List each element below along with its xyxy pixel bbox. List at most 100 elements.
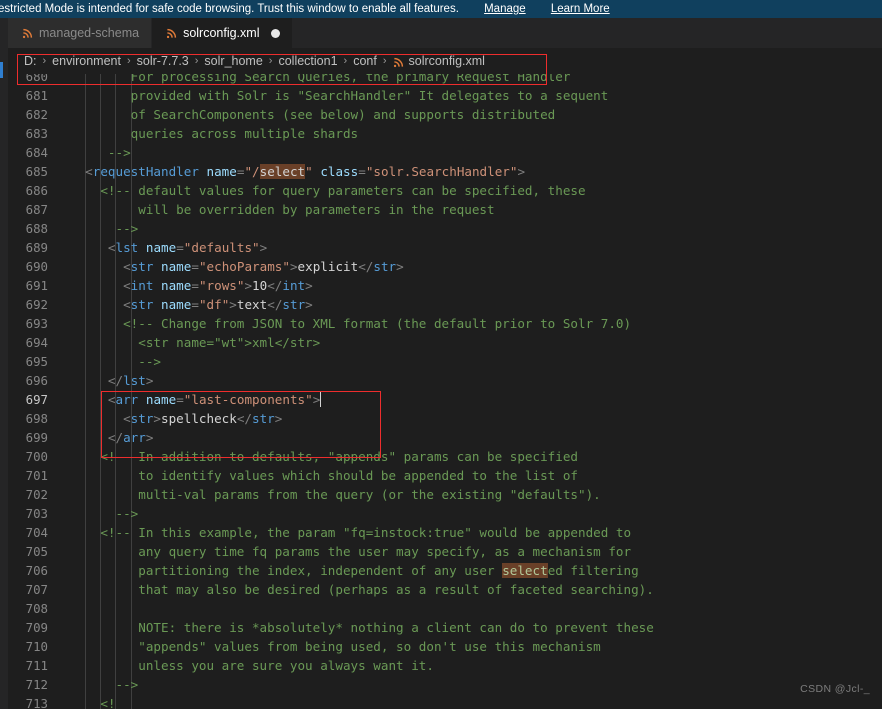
line-number: 689 [25, 240, 48, 255]
line-number: 707 [25, 582, 48, 597]
code-line[interactable]: 697 <arr name="last-components"> [8, 390, 882, 409]
code-line[interactable]: 699 </arr> [8, 428, 882, 447]
code-line[interactable]: 705 any query time fq params the user ma… [8, 542, 882, 561]
code-line[interactable]: 703 --> [8, 504, 882, 523]
line-content[interactable]: <str name="wt">xml</str> [70, 333, 882, 352]
code-line[interactable]: 689 <lst name="defaults"> [8, 238, 882, 257]
line-content[interactable]: to identify values which should be appen… [70, 466, 882, 485]
line-content[interactable]: <lst name="defaults"> [70, 238, 882, 257]
code-line[interactable]: 711 unless you are sure you always want … [8, 656, 882, 675]
token-tag: arr [115, 392, 139, 407]
line-content[interactable]: --> [70, 352, 882, 371]
line-content[interactable]: --> [70, 504, 882, 523]
line-content[interactable]: "appends" values from being used, so don… [70, 637, 882, 656]
code-line[interactable]: 694 <str name="wt">xml</str> [8, 333, 882, 352]
line-content[interactable]: that may also be desired (perhaps as a r… [70, 580, 882, 599]
token-hl-c: select [502, 563, 548, 578]
banner-learn-more-link[interactable]: Learn More [551, 3, 610, 15]
line-content[interactable]: <int name="rows">10</int> [70, 276, 882, 295]
line-content[interactable]: <str name="echoParams">explicit</str> [70, 257, 882, 276]
code-line[interactable]: 695 --> [8, 352, 882, 371]
code-line[interactable]: 691 <int name="rows">10</int> [8, 276, 882, 295]
token-comment: <!-- default values for query parameters… [70, 183, 586, 198]
breadcrumb-item-4[interactable]: collection1 [278, 54, 337, 68]
breadcrumb: D: › environment › solr-7.7.3 › solr_home › coll… [8, 48, 882, 74]
code-line[interactable]: 688 --> [8, 219, 882, 238]
code-line[interactable]: 709 NOTE: there is *absolutely* nothing … [8, 618, 882, 637]
code-lines[interactable]: 680 For processing Search Queries, the p… [8, 74, 882, 709]
line-content[interactable]: <! [70, 694, 882, 709]
token-comment: unless you are sure you always want it. [70, 658, 434, 673]
code-line[interactable]: 686 <!-- default values for query parame… [8, 181, 882, 200]
line-content[interactable]: queries across multiple shards [70, 124, 882, 143]
line-content[interactable]: unless you are sure you always want it. [70, 656, 882, 675]
breadcrumb-item-5[interactable]: conf [353, 54, 377, 68]
code-line[interactable]: 700 <!-- In addition to defaults, "appen… [8, 447, 882, 466]
line-number: 704 [25, 525, 48, 540]
line-content[interactable]: --> [70, 219, 882, 238]
breadcrumb-file[interactable]: solrconfig.xml [409, 54, 485, 68]
tab-solrconfig-xml[interactable]: solrconfig.xml [152, 18, 294, 48]
line-content[interactable]: <str name="df">text</str> [70, 295, 882, 314]
line-number: 687 [25, 202, 48, 217]
code-line[interactable]: 701 to identify values which should be a… [8, 466, 882, 485]
token-comment: <!-- In addition to defaults, "appends" … [70, 449, 578, 464]
token-punc: > [517, 164, 526, 179]
banner-manage-link[interactable]: Manage [484, 3, 526, 15]
line-content[interactable] [70, 599, 882, 618]
line-content[interactable]: <arr name="last-components"> [70, 390, 882, 409]
code-line[interactable]: 692 <str name="df">text</str> [8, 295, 882, 314]
line-content[interactable]: <requestHandler name="/select" class="so… [70, 162, 882, 181]
line-number: 683 [25, 126, 48, 141]
line-content[interactable]: partitioning the index, independent of a… [70, 561, 882, 580]
code-line[interactable]: 687 will be overridden by parameters in … [8, 200, 882, 219]
code-line[interactable]: 685 <requestHandler name = "/select" class… [8, 162, 882, 181]
line-content[interactable]: --> [70, 143, 882, 162]
line-content[interactable]: of SearchComponents (see below) and supp… [70, 105, 882, 124]
tab-label: managed-schema [39, 26, 140, 40]
line-content[interactable]: </arr> [70, 428, 882, 447]
line-content[interactable]: NOTE: there is *absolutely* nothing a cl… [70, 618, 882, 637]
tab-managed-schema[interactable]: managed-schema [8, 18, 153, 48]
breadcrumb-item-0[interactable]: D: [24, 54, 37, 68]
code-line[interactable]: 690 <str name="echoParams">explicit</str… [8, 257, 882, 276]
breadcrumb-item-1[interactable]: environment [52, 54, 121, 68]
code-line[interactable]: 707 that may also be desired (perhaps as… [8, 580, 882, 599]
line-content[interactable]: </lst> [70, 371, 882, 390]
line-content[interactable]: <!-- Change from JSON to XML format (the… [70, 314, 882, 333]
code-line[interactable]: 710 "appends" values from being used, so… [8, 637, 882, 656]
code-line[interactable]: 704 <!-- In this example, the param "fq=… [8, 523, 882, 542]
code-line[interactable]: 682 of SearchComponents (see below) and … [8, 105, 882, 124]
line-content[interactable]: For processing Search Queries, the prima… [70, 74, 882, 86]
line-content[interactable]: <!-- In addition to defaults, "appends" … [70, 447, 882, 466]
code-line[interactable]: 702 multi-val params from the query (or … [8, 485, 882, 504]
line-content[interactable]: will be overridden by parameters in the … [70, 200, 882, 219]
code-line[interactable]: 708 [8, 599, 882, 618]
line-content[interactable]: any query time fq params the user may sp… [70, 542, 882, 561]
line-content[interactable]: <!-- In this example, the param "fq=inst… [70, 523, 882, 542]
code-line[interactable]: 693 <!-- Change from JSON to XML format … [8, 314, 882, 333]
token-comment: <! [70, 696, 116, 709]
token-hl: select [259, 164, 306, 179]
code-line[interactable]: 683 queries across multiple shards [8, 124, 882, 143]
activity-bar[interactable] [0, 18, 8, 709]
line-content[interactable]: provided with Solr is "SearchHandler" It… [70, 86, 882, 105]
code-line[interactable]: 681 provided with Solr is "SearchHandler… [8, 86, 882, 105]
line-number: 702 [25, 487, 48, 502]
line-content[interactable]: multi-val params from the query (or the … [70, 485, 882, 504]
code-line[interactable]: 696 </lst> [8, 371, 882, 390]
code-line[interactable]: 713 <! [8, 694, 882, 709]
line-content[interactable]: --> [70, 675, 882, 694]
breadcrumb-item-2[interactable]: solr-7.7.3 [137, 54, 189, 68]
breadcrumb-item-3[interactable]: solr_home [204, 54, 262, 68]
unsaved-changes-dot-icon[interactable] [271, 28, 281, 38]
code-line[interactable]: 680 For processing Search Queries, the p… [8, 74, 882, 86]
code-line[interactable]: 706 partitioning the index, independent … [8, 561, 882, 580]
line-content[interactable]: <!-- default values for query parameters… [70, 181, 882, 200]
code-line[interactable]: 698 <str>spellcheck</str> [8, 409, 882, 428]
code-line[interactable]: 712 --> [8, 675, 882, 694]
line-content[interactable]: <str>spellcheck</str> [70, 409, 882, 428]
code-editor[interactable]: 680 For processing Search Queries, the p… [8, 74, 882, 709]
code-line[interactable]: 684 --> [8, 143, 882, 162]
